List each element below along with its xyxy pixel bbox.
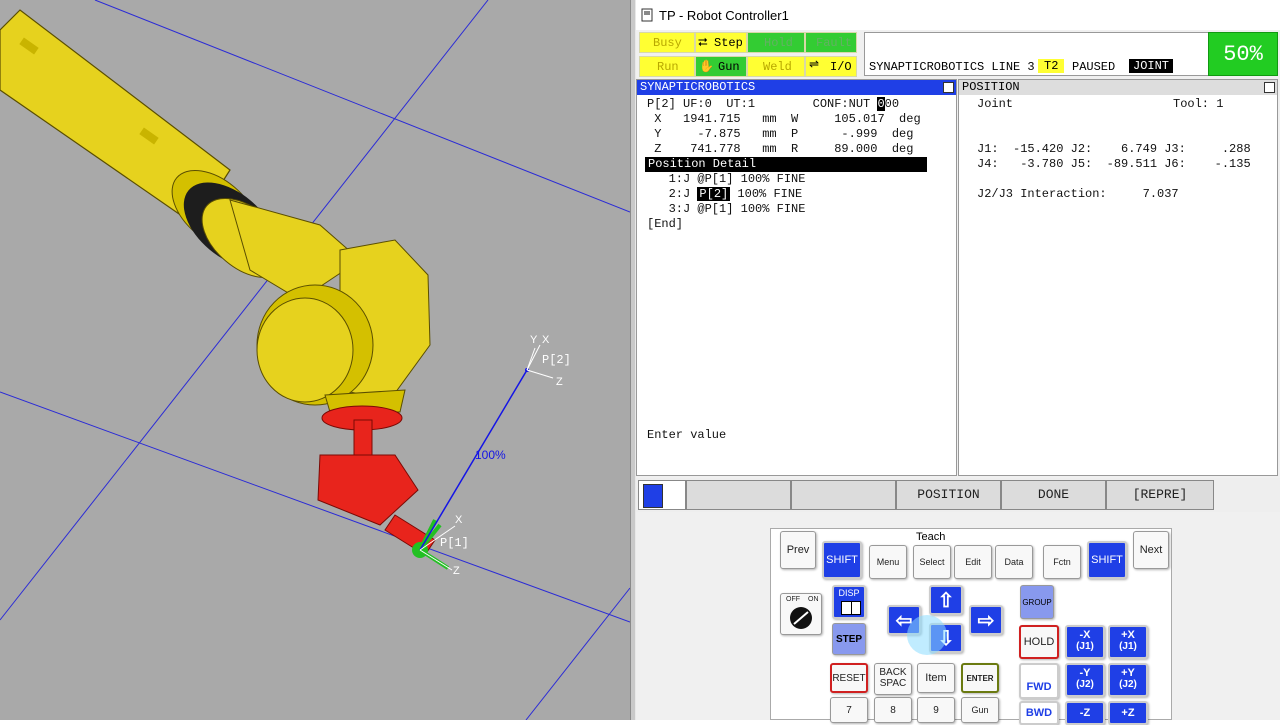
arrow-up-icon: ⇧ [937,589,955,612]
jog-minus-z-key[interactable]: -Z [1065,701,1105,725]
jog-minus-y-key[interactable]: -Y (J2) [1065,663,1105,697]
bwd-key[interactable]: BWD [1019,701,1059,725]
position-detail-header: Position Detail [645,157,927,172]
interaction-row: J2/J3 Interaction: 7.037 [977,187,1179,201]
fkey-f1[interactable] [638,480,686,510]
backspace-key[interactable]: BACK SPAC [874,663,912,695]
status-program: SYNAPTICROBOTICS LINE 3 [869,60,1035,74]
path-speed-label: 100% [475,448,506,462]
window-title: TP - Robot Controller1 [659,8,789,23]
disp-key[interactable]: DISP [832,585,866,619]
status-state: PAUSED [1072,60,1116,74]
teach-pendant-window: TP - Robot Controller1 Busy ⮂ Step Hold F… [636,0,1280,725]
touch-highlight [907,615,947,655]
screen-icon [643,484,663,508]
led-busy: Busy [639,32,695,53]
gun-key[interactable]: Gun [961,697,999,723]
status-coord-badge: JOINT [1129,59,1174,73]
arrow-right-icon: ⇨ [977,609,995,632]
pendant-keypad: Teach Prev SHIFT Menu Select Edit Data F… [770,528,1172,725]
led-step: ⮂ Step [695,32,747,53]
reset-key[interactable]: RESET [830,663,868,693]
maximize-icon[interactable] [943,82,954,93]
program-pane-title: SYNAPTICROBOTICS [637,80,956,95]
position-pane: POSITION Joint Tool: 1 J1: -15.420 J2: 6… [958,79,1278,476]
enter-key[interactable]: ENTER [961,663,999,693]
cursor-up-key[interactable]: ⇧ [929,585,963,615]
prev-key[interactable]: Prev [780,531,816,569]
position-pane-title: POSITION [959,80,1277,95]
pendant-icon [641,8,653,22]
status-line: SYNAPTICROBOTICS LINE 3 T2 PAUSED JOINT [864,32,1209,76]
shift-key-left[interactable]: SHIFT [822,541,862,579]
teach-label: Teach [916,531,946,543]
program-end: [End] [647,217,684,231]
step-key[interactable]: STEP [832,623,866,655]
group-key[interactable]: GROUP [1020,585,1054,619]
next-key[interactable]: Next [1133,531,1169,569]
fkey-f3-blank[interactable] [791,480,896,510]
step-icon: ⮂ [698,36,708,50]
program-pane: SYNAPTICROBOTICS P[2] UF:0 UT:1 CONF:NUT… [636,79,957,476]
menu-key[interactable]: Menu [869,545,907,579]
led-run: Run [639,56,695,77]
edit-key[interactable]: Edit [954,545,992,579]
jog-plus-z-key[interactable]: +Z [1108,701,1148,725]
select-key[interactable]: Select [913,545,951,579]
fctn-key[interactable]: Fctn [1043,545,1081,579]
gun-icon: ✋ [699,60,714,74]
data-key[interactable]: Data [995,545,1033,579]
axis-label-z: Z [556,376,563,388]
digit-8-key[interactable]: 8 [874,697,912,723]
hold-key[interactable]: HOLD [1019,625,1059,659]
cursor-right-key[interactable]: ⇨ [969,605,1003,635]
pos-row-z: Z 741.778 mm R 89.000 deg [647,142,914,156]
maximize-icon[interactable] [1264,82,1275,93]
status-mode-badge: T2 [1038,59,1065,73]
pos-row-y: Y -7.875 mm P -.999 deg [647,127,914,141]
led-gun: ✋ Gun [695,56,747,77]
prompt-text: Enter value [647,428,727,442]
pos-row-x: X 1941.715 mm W 105.017 deg [647,112,921,126]
digit-7-key[interactable]: 7 [830,697,868,723]
target-label-p2: P[2] [542,353,571,367]
robot-3d-viewport[interactable]: Y X P[2] Z 100% X P[1] Z [0,0,630,720]
fkey-done[interactable]: DONE [1001,480,1106,510]
jog-plus-y-key[interactable]: +Y (J2) [1108,663,1148,697]
fkey-f2[interactable] [686,480,791,510]
digit-9-key[interactable]: 9 [917,697,955,723]
joint-label: Joint [977,97,1014,111]
axis-label-z-p1: Z [453,565,460,577]
override-percent[interactable]: 50% [1208,32,1278,76]
axis-label-x: X [542,334,550,346]
tool-label: Tool: 1 [1173,97,1224,111]
item-key[interactable]: Item [917,663,955,693]
shift-key-right[interactable]: SHIFT [1087,541,1127,579]
pos-row-config: P[2] UF:0 UT:1 CONF:NUT 000 [647,97,900,111]
led-weld: Weld [747,56,805,77]
target-label-p1: P[1] [440,536,469,550]
axis-label-x-p1: X [455,514,463,526]
io-icon: ⇌ [809,58,820,72]
program-line-1[interactable]: 1:J @P[1] 100% FINE [647,172,806,187]
jog-minus-x-key[interactable]: -X (J1) [1065,625,1105,659]
joint-row-2: J4: -3.780 J5: -89.511 J6: -.135 [977,157,1251,171]
split-screen-icon [841,601,861,615]
joint-row-1: J1: -15.420 J2: 6.749 J3: .288 [977,142,1251,156]
program-line-2[interactable]: 2:J P[2] 100% FINE [647,187,802,202]
axis-label-y: Y [530,334,538,346]
led-hold: Hold [747,32,805,53]
led-io: ⇌ I/O [805,56,857,77]
function-key-bar: POSITION DONE [REPRE] [636,478,1280,512]
led-fault: Fault [805,32,857,53]
fkey-position[interactable]: POSITION [896,480,1001,510]
robot-scene-graphic [0,0,630,720]
key-switch-icon [790,607,812,629]
window-title-bar: TP - Robot Controller1 [636,0,1280,30]
fwd-key[interactable]: FWD [1019,663,1059,699]
program-line-3[interactable]: 3:J @P[1] 100% FINE [647,202,806,217]
fkey-repre[interactable]: [REPRE] [1106,480,1214,510]
jog-plus-x-key[interactable]: +X (J1) [1108,625,1148,659]
teach-enable-switch[interactable]: OFF ON [780,593,822,635]
